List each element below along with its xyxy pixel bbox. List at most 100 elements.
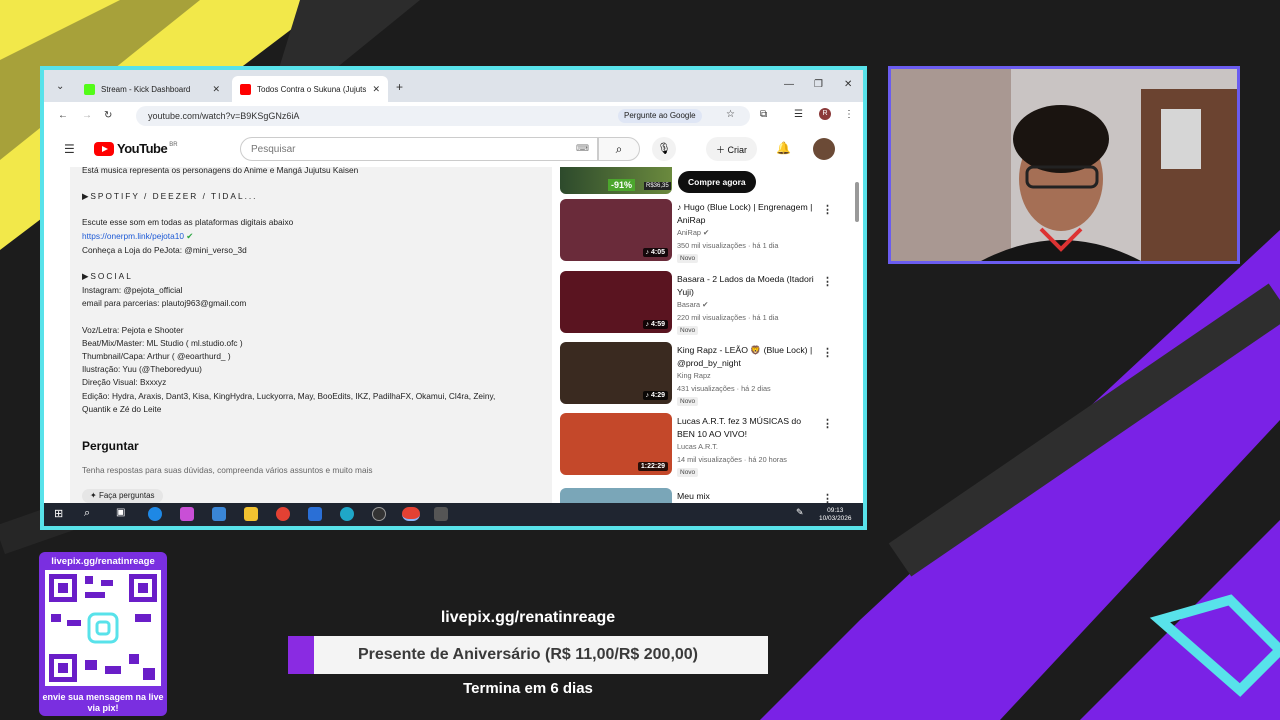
new-tab-icon[interactable]: + — [396, 80, 403, 94]
video-thumbnail[interactable]: ♪ 4:59 — [560, 271, 672, 333]
verified-icon: ✔ — [702, 228, 710, 237]
ask-google-button[interactable]: Pergunte ao Google — [618, 109, 702, 123]
video-options-icon[interactable]: ⋮ — [822, 275, 833, 288]
reload-icon[interactable]: ↻ — [104, 110, 112, 121]
recommended-video[interactable]: ♪ 4:29 King Rapz - LEÃO 🦁 (Blue Lock) | … — [560, 342, 860, 408]
extensions-icon[interactable]: ⧉ — [760, 109, 767, 120]
video-title[interactable]: ♪ Hugo (Blue Lock) | Engrenagem | AniRap — [677, 201, 815, 226]
recommended-video[interactable]: Meu mix ⋮ — [560, 488, 860, 503]
recommended-video[interactable]: ♪ 4:05 ♪ Hugo (Blue Lock) | Engrenagem |… — [560, 199, 860, 265]
page-scrollbar[interactable] — [855, 182, 859, 222]
profile-icon[interactable]: R — [819, 108, 831, 120]
youtube-play-icon — [94, 141, 114, 156]
task-view-icon[interactable]: ▣ — [116, 507, 130, 521]
video-channel[interactable]: AniRap ✔ — [677, 228, 709, 237]
ask-questions-button[interactable]: ✦ Faça perguntas — [82, 489, 163, 503]
channel-name: Basara — [677, 300, 701, 309]
account-avatar[interactable] — [813, 138, 835, 160]
video-options-icon[interactable]: ⋮ — [822, 346, 833, 359]
recommended-videos: -91% R$36,35 Compre agora ♪ 4:05 ♪ Hugo … — [560, 167, 860, 503]
restore-icon[interactable]: ❐ — [814, 79, 823, 90]
description-line: Quantik e Zé do Leite — [82, 404, 162, 414]
tab-label: Todos Contra o Sukuna (Jujutsu K — [257, 84, 367, 94]
tab-search-icon[interactable]: ⌄ — [56, 81, 64, 92]
chrome-active-icon[interactable] — [402, 507, 420, 521]
video-thumbnail[interactable]: ♪ 4:29 — [560, 342, 672, 404]
keyboard-icon[interactable]: ⌨ — [576, 143, 589, 154]
video-duration: 1:22:29 — [637, 462, 668, 471]
create-label: Criar — [727, 145, 748, 155]
youtube-header: ☰ YouTube BR Pesquisar ⌨ ⌕ 🎙 ＋ Criar 🔔 — [44, 129, 863, 167]
youtube-logo[interactable]: YouTube BR — [94, 141, 178, 156]
reading-list-icon[interactable]: ☰ — [794, 109, 803, 120]
video-options-icon[interactable]: ⋮ — [822, 203, 833, 216]
tab-youtube-video[interactable]: Todos Contra o Sukuna (Jujutsu K ✕ — [232, 76, 388, 102]
search-button[interactable]: ⌕ — [598, 137, 640, 161]
recommended-video[interactable]: 1:22:29 Lucas A.R.T. fez 3 MÚSICAS do BE… — [560, 413, 860, 479]
pen-icon[interactable]: ✎ — [796, 507, 810, 521]
promo-discount: -91% — [608, 179, 636, 191]
promo-thumbnail[interactable]: -91% R$36,35 — [560, 167, 672, 194]
outlook-icon[interactable] — [308, 507, 322, 521]
obs-icon[interactable] — [372, 507, 386, 521]
chrome-icon[interactable] — [276, 507, 290, 521]
edge-beta-icon[interactable] — [340, 507, 354, 521]
video-channel[interactable]: King Rapz — [677, 371, 711, 380]
video-title[interactable]: Basara - 2 Lados da Moeda (Itadori Yuji) — [677, 273, 815, 298]
description-line: Está musica representa os personagens do… — [82, 165, 359, 175]
description-line: Ilustração: Yuu (@Theboredyuu) — [82, 364, 202, 374]
windows-start-icon[interactable]: ⊞ — [54, 507, 68, 521]
new-badge: Novo — [677, 468, 699, 477]
video-thumbnail[interactable]: ♪ 4:05 — [560, 199, 672, 261]
close-window-icon[interactable]: ✕ — [844, 79, 852, 90]
back-icon[interactable]: ← — [58, 110, 68, 121]
hamburger-menu-icon[interactable]: ☰ — [64, 142, 75, 156]
description-line: Edição: Hydra, Araxis, Dant3, Kisa, King… — [82, 391, 496, 401]
minimize-icon[interactable]: — — [784, 79, 794, 90]
app-icon[interactable] — [434, 507, 448, 521]
video-title[interactable]: King Rapz - LEÃO 🦁 (Blue Lock) | @prod_b… — [677, 344, 815, 369]
browser-menu-icon[interactable]: ⋮ — [844, 109, 854, 120]
video-description: Está musica representa os personagens do… — [70, 165, 552, 503]
video-options-icon[interactable]: ⋮ — [822, 492, 833, 503]
tab-kick-dashboard[interactable]: Stream - Kick Dashboard ✕ — [76, 76, 228, 102]
buy-now-button[interactable]: Compre agora — [678, 171, 756, 193]
description-section-header: ▶SOCIAL — [82, 271, 133, 281]
search-icon: ⌕ — [615, 142, 623, 156]
qr-code-image — [45, 570, 161, 686]
bookmark-star-icon[interactable]: ☆ — [726, 109, 735, 120]
duration-text: 4:05 — [650, 249, 665, 256]
buy-now-label: Compre agora — [688, 177, 746, 187]
file-explorer-icon[interactable] — [244, 507, 258, 521]
close-tab-icon[interactable]: ✕ — [212, 84, 220, 95]
onerpm-link[interactable]: https://onerpm.link/pejota10 ✔ — [82, 231, 193, 241]
video-channel[interactable]: Basara ✔ — [677, 300, 708, 309]
video-title[interactable]: Meu mix — [677, 490, 815, 503]
voice-search-button[interactable]: 🎙 — [652, 137, 676, 161]
video-thumbnail[interactable] — [560, 488, 672, 503]
taskbar-clock[interactable]: 09:13 10/03/2026 — [819, 507, 852, 523]
qr-note: envie sua mensagem na live via pix! — [42, 692, 164, 713]
forward-icon[interactable]: → — [82, 110, 92, 121]
create-button[interactable]: ＋ Criar — [706, 137, 758, 161]
video-options-icon[interactable]: ⋮ — [822, 417, 833, 430]
video-channel[interactable]: Lucas A.R.T. — [677, 442, 718, 451]
microphone-icon: 🎙 — [657, 143, 671, 155]
close-tab-icon[interactable]: ✕ — [372, 84, 380, 95]
video-thumbnail[interactable]: 1:22:29 — [560, 413, 672, 475]
video-meta: 350 mil visualizações · há 1 dia — [677, 241, 779, 250]
goal-text: Presente de Aniversário (R$ 11,00/R$ 200… — [357, 646, 699, 663]
search-input[interactable]: Pesquisar ⌨ — [240, 137, 598, 161]
taskbar-search-icon[interactable]: ⌕ — [84, 507, 98, 521]
livepix-qr-card: livepix.gg/renatinreage envie sua mensag… — [39, 552, 167, 716]
video-title[interactable]: Lucas A.R.T. fez 3 MÚSICAS do BEN 10 AO … — [677, 415, 815, 440]
webcam-image — [891, 69, 1237, 261]
video-duration: ♪ 4:29 — [642, 391, 668, 400]
store-icon[interactable] — [212, 507, 226, 521]
copilot-icon[interactable] — [180, 507, 194, 521]
youtube-favicon-icon — [240, 83, 251, 95]
new-badge: Novo — [677, 326, 699, 335]
edge-icon[interactable] — [148, 507, 162, 521]
notifications-bell-icon[interactable]: 🔔 — [776, 141, 791, 155]
recommended-video[interactable]: ♪ 4:59 Basara - 2 Lados da Moeda (Itador… — [560, 271, 860, 337]
